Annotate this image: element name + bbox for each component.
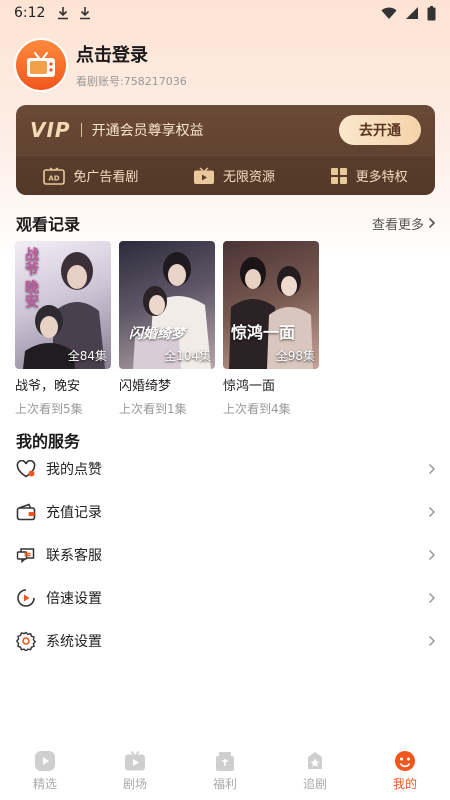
drama-poster[interactable]: 闪婚绮梦 全104集 [119, 241, 215, 369]
perk-ad-free: AD 免广告看剧 [43, 166, 138, 185]
heart-icon [16, 459, 36, 479]
nav-label: 精选 [32, 777, 57, 791]
drama-card[interactable]: 战爷 晚安 全84集 战爷，晚安 上次看到5集 [15, 241, 111, 417]
poster-title-art: 闪婚绮梦 [129, 326, 185, 342]
episode-count: 全98集 [275, 349, 315, 363]
nav-mine[interactable]: 我的 [360, 742, 450, 800]
download-icon [80, 7, 91, 20]
open-vip-button[interactable]: 去开通 [339, 115, 421, 145]
perk-more: 更多特权 [330, 166, 408, 185]
account-id: 看剧账号:758217036 [76, 75, 187, 88]
vip-divider [80, 123, 82, 137]
nav-label: 福利 [212, 777, 237, 791]
services-title: 我的服务 [16, 432, 81, 451]
service-settings[interactable]: 系统设置 [16, 626, 436, 656]
see-more-link[interactable]: 查看更多 [372, 214, 436, 233]
nav-following[interactable]: 追剧 [270, 742, 360, 800]
bottom-nav: 精选 剧场 福利 追剧 我的 [0, 742, 450, 800]
svg-text:AD: AD [49, 174, 60, 182]
battery-icon [427, 5, 436, 20]
chat-icon [16, 545, 36, 565]
drama-poster[interactable]: 惊鸿一面 全98集 [223, 241, 319, 369]
service-label: 我的点赞 [46, 462, 102, 478]
vip-description: 开通会员尊享权益 [91, 123, 204, 139]
download-icon [58, 7, 69, 20]
service-label: 联系客服 [46, 548, 102, 564]
episode-count: 全84集 [67, 349, 107, 363]
ad-free-icon: AD [43, 166, 66, 185]
perk-label: 免广告看剧 [73, 170, 139, 185]
drama-poster[interactable]: 战爷 晚安 全84集 [15, 241, 111, 369]
login-link[interactable]: 点击登录 [76, 41, 187, 67]
poster-title-art: 战爷 晚安 [23, 247, 39, 308]
profile-header[interactable]: 点击登录 看剧账号:758217036 [16, 40, 187, 90]
chevron-right-icon [428, 635, 436, 647]
nav-label: 剧场 [122, 777, 147, 791]
service-recharge[interactable]: 充值记录 [16, 497, 436, 527]
drama-title[interactable]: 惊鸿一面 [223, 375, 319, 394]
gift-icon [216, 752, 234, 771]
nav-theater[interactable]: 剧场 [90, 742, 180, 800]
vip-perks: AD 免广告看剧 无限资源 更多特权 [16, 155, 435, 195]
chevron-right-icon [428, 506, 436, 518]
play-icon [35, 751, 55, 771]
service-likes[interactable]: 我的点赞 [16, 454, 436, 484]
smiley-icon [395, 751, 415, 771]
chevron-right-icon [428, 463, 436, 475]
chevron-right-icon [428, 592, 436, 604]
history-header: 观看记录 查看更多 [16, 211, 436, 235]
tv-avatar-icon [27, 52, 55, 77]
episode-count: 全104集 [164, 349, 211, 363]
drama-title[interactable]: 闪婚绮梦 [119, 375, 215, 394]
tv-icon [125, 750, 145, 771]
history-list: 战爷 晚安 全84集 战爷，晚安 上次看到5集 闪婚绮梦 全104集 闪婚绮梦 … [15, 241, 319, 417]
service-label: 倍速设置 [46, 591, 102, 607]
nav-label: 追剧 [302, 777, 327, 791]
wallet-icon [16, 502, 36, 522]
perk-label: 更多特权 [355, 170, 408, 185]
speed-icon [16, 588, 36, 608]
service-label: 系统设置 [46, 634, 102, 650]
service-support[interactable]: 联系客服 [16, 540, 436, 570]
gear-icon [16, 631, 36, 651]
history-title: 观看记录 [16, 215, 81, 234]
service-speed[interactable]: 倍速设置 [16, 583, 436, 613]
drama-progress: 上次看到1集 [119, 402, 187, 416]
nav-rewards[interactable]: 福利 [180, 742, 270, 800]
chevron-right-icon [428, 217, 436, 229]
unlimited-tv-icon [193, 166, 214, 184]
avatar[interactable] [16, 40, 66, 90]
vip-card[interactable]: VIP 开通会员尊享权益 去开通 AD 免广告看剧 无限资源 更多特权 [16, 105, 435, 195]
wifi-icon [381, 7, 397, 19]
chevron-right-icon [428, 549, 436, 561]
signal-icon [406, 7, 418, 19]
nav-featured[interactable]: 精选 [0, 742, 90, 800]
service-label: 充值记录 [46, 505, 102, 521]
perk-unlimited: 无限资源 [193, 166, 275, 185]
poster-title-art: 惊鸿一面 [231, 323, 296, 342]
status-time: 6:12 [14, 5, 46, 21]
drama-progress: 上次看到4集 [223, 402, 291, 416]
star-icon [308, 752, 322, 769]
vip-logo: VIP [30, 118, 71, 142]
perk-label: 无限资源 [222, 170, 275, 185]
drama-progress: 上次看到5集 [15, 402, 83, 416]
drama-title[interactable]: 战爷，晚安 [15, 375, 111, 394]
status-bar: 6:12 [0, 0, 450, 26]
nav-label: 我的 [392, 777, 417, 791]
drama-card[interactable]: 闪婚绮梦 全104集 闪婚绮梦 上次看到1集 [119, 241, 215, 417]
drama-card[interactable]: 惊鸿一面 全98集 惊鸿一面 上次看到4集 [223, 241, 319, 417]
grid-icon [330, 167, 347, 184]
see-more-label: 查看更多 [371, 217, 424, 233]
